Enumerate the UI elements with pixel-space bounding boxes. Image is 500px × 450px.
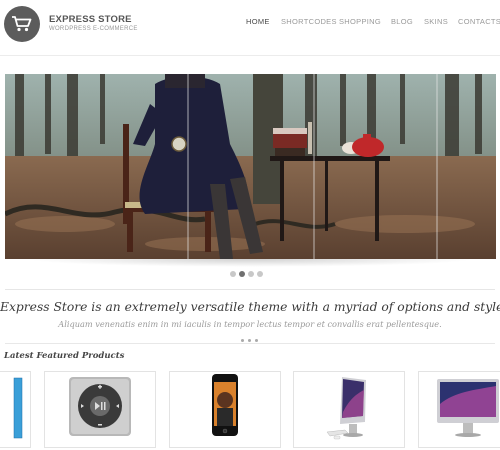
header-divider	[0, 55, 500, 56]
iphone-icon	[212, 374, 238, 436]
tagline-headline: Express Store is an extremely versatile …	[0, 300, 500, 314]
hero-slide-image	[5, 74, 496, 259]
main-navigation: HOME SHORTCODES SHOPPING BLOG SKINS CONT…	[245, 17, 500, 29]
product-card-5[interactable]	[418, 371, 500, 448]
slider-dot-2[interactable]	[239, 271, 245, 277]
featured-divider	[5, 343, 495, 344]
nav-contacts[interactable]: CONTACTS	[458, 17, 500, 26]
ipod-shuffle-icon	[69, 377, 131, 436]
brand-title[interactable]: EXPRESS STORE	[49, 14, 132, 25]
product-card-4[interactable]	[293, 371, 405, 448]
product-card-3[interactable]	[169, 371, 281, 448]
slider-dot-4[interactable]	[257, 271, 263, 277]
nav-home[interactable]: HOME	[246, 17, 270, 26]
shopping-cart-icon	[12, 16, 32, 32]
slider-dot-3[interactable]	[248, 271, 254, 277]
brand-subtitle: WORDPRESS E-COMMERCE	[49, 26, 138, 32]
product-card-1[interactable]	[0, 371, 31, 448]
slider-dot-1[interactable]	[230, 271, 236, 277]
logo[interactable]	[4, 6, 40, 42]
product-partial-icon	[13, 377, 23, 439]
featured-title: Latest Featured Products	[4, 351, 125, 361]
product-card-2[interactable]	[44, 371, 156, 448]
imac-icon	[326, 377, 366, 440]
nav-shopping[interactable]: SHOPPING	[339, 17, 381, 26]
section-divider	[5, 289, 495, 290]
slider-shadow	[25, 259, 475, 267]
imac-large-icon	[437, 379, 499, 437]
nav-skins[interactable]: SKINS	[424, 17, 448, 26]
nav-shortcodes[interactable]: SHORTCODES	[281, 17, 337, 26]
hero-slider[interactable]	[5, 74, 496, 259]
nav-blog[interactable]: BLOG	[391, 17, 413, 26]
tagline-subline: Aliquam venenatis enim in mi iaculis in …	[58, 319, 442, 329]
